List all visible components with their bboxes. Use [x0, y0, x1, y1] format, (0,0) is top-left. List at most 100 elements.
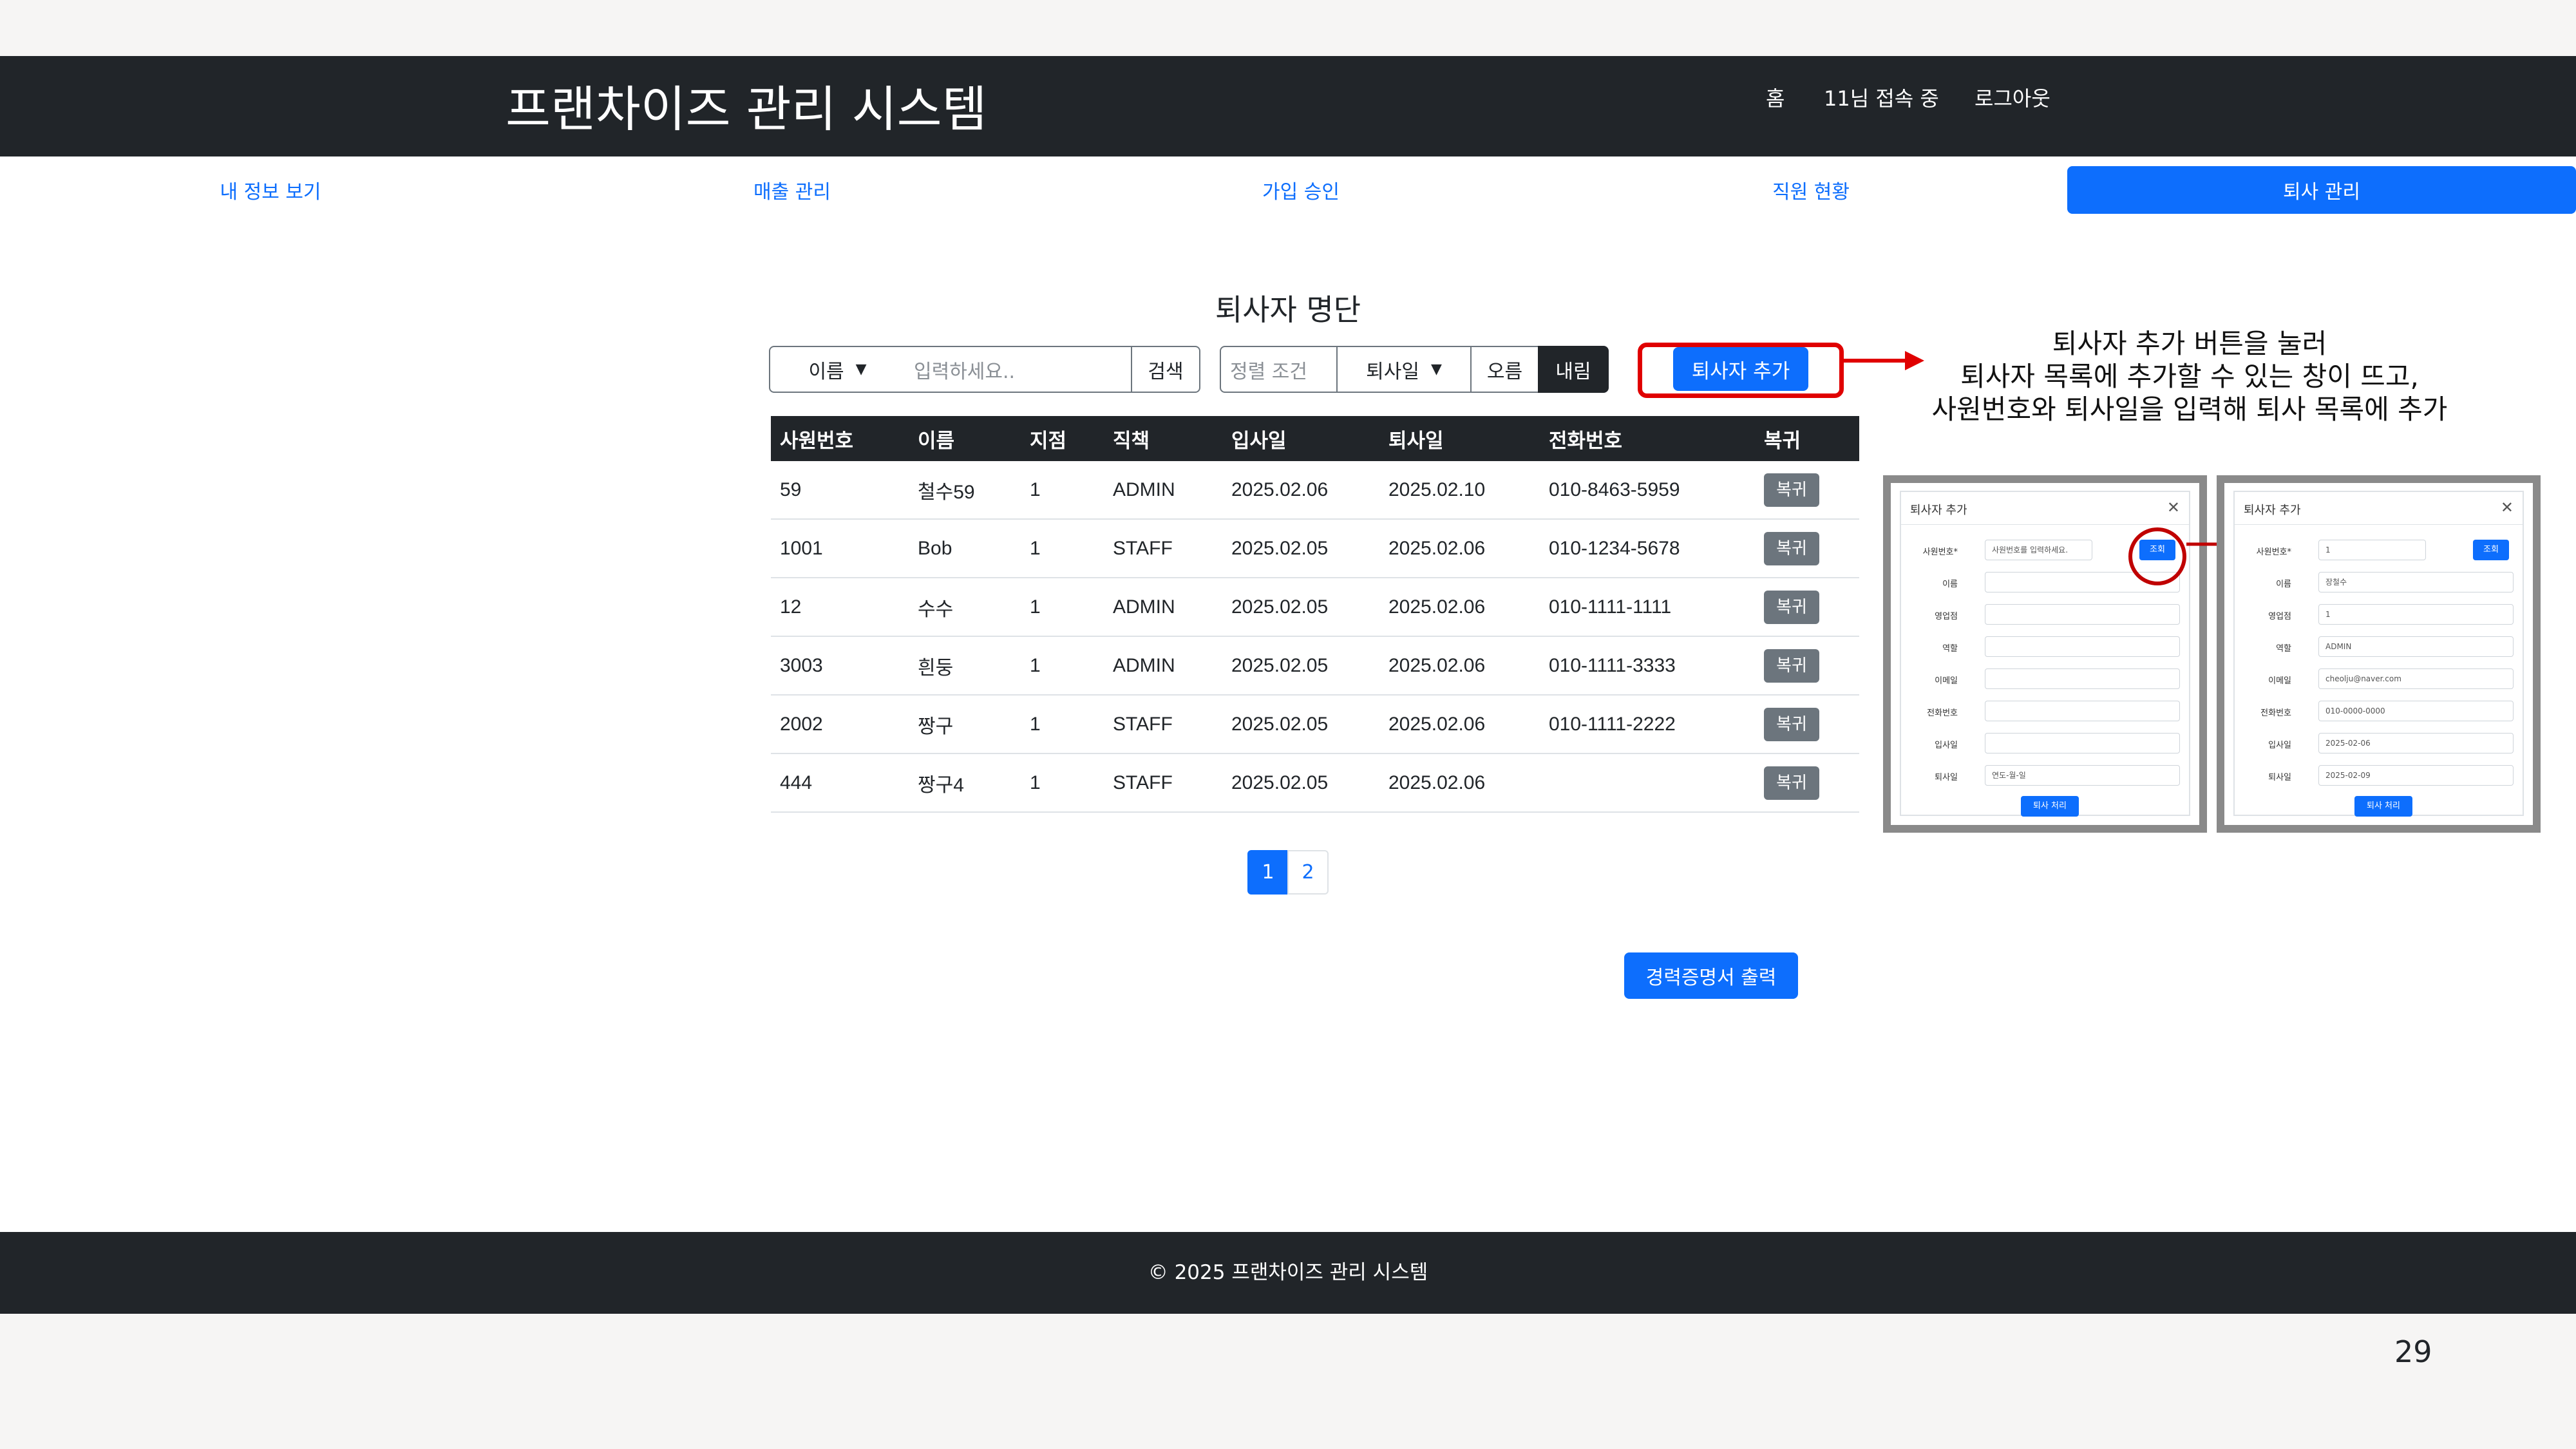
table-row: 1001 Bob 1 STAFF 2025.02.05 2025.02.06 0…: [771, 519, 1859, 578]
cell-resign-date: 2025.02.06: [1379, 578, 1540, 637]
name-input[interactable]: 장철수: [2318, 572, 2514, 592]
restore-button[interactable]: 복귀: [1764, 590, 1819, 624]
field-label: 전화번호: [2260, 708, 2291, 718]
role-input[interactable]: ADMIN: [2318, 636, 2514, 657]
column-header: 복귀: [1755, 416, 1859, 461]
cell-hire-date: 2025.02.05: [1222, 578, 1379, 637]
close-icon[interactable]: ✕: [2167, 498, 2180, 516]
online-users-status: 11님 접속 중: [1824, 86, 1939, 111]
sort-desc-button[interactable]: 내림: [1538, 346, 1609, 393]
sort-asc-button[interactable]: 오름: [1470, 346, 1539, 393]
tab-sales[interactable]: 매출 관리: [657, 166, 927, 214]
tab-my-info[interactable]: 내 정보 보기: [135, 166, 406, 214]
cell-role: STAFF: [1104, 519, 1222, 578]
modal-title: 퇴사자 추가: [1910, 504, 1967, 517]
column-header: 퇴사일: [1379, 416, 1540, 461]
cell-resign-date: 2025.02.06: [1379, 636, 1540, 696]
cell-phone: [1540, 753, 1755, 813]
chevron-down-icon: ▼: [1430, 361, 1442, 377]
annotation-line: 퇴사자 추가 버튼을 눌러: [2052, 328, 2327, 359]
cell-role: ADMIN: [1104, 636, 1222, 696]
restore-button[interactable]: 복귀: [1764, 531, 1819, 565]
restore-button[interactable]: 복귀: [1764, 473, 1819, 507]
search-button[interactable]: 검색: [1131, 346, 1200, 393]
table-row: 2002 짱구 1 STAFF 2025.02.05 2025.02.06 01…: [771, 695, 1859, 754]
column-header: 사원번호: [771, 416, 909, 461]
field-label: 퇴사일: [1935, 773, 1958, 782]
role-input[interactable]: [1985, 636, 2180, 657]
submit-resign-button[interactable]: 퇴사 처리: [2021, 796, 2079, 817]
logout-link[interactable]: 로그아웃: [1975, 82, 2050, 112]
search-input[interactable]: 입력하세요..: [905, 346, 1132, 393]
cell-branch: 1: [1021, 578, 1104, 637]
cell-phone: 010-1111-3333: [1540, 636, 1755, 696]
tab-staff-status[interactable]: 직원 현황: [1676, 166, 1946, 214]
modal-screenshot-before: 퇴사자 추가 ✕ 사원번호* 사원번호를 입력하세요. 조회 이름 영업점 역할…: [1883, 475, 2207, 833]
tab-signup-approval[interactable]: 가입 승인: [1166, 166, 1436, 214]
emp-no-input[interactable]: 1: [2318, 540, 2426, 560]
app-title[interactable]: 프랜차이즈 관리 시스템: [506, 70, 987, 140]
pagination-page-1[interactable]: 1: [1247, 850, 1289, 895]
pagination-page-2[interactable]: 2: [1287, 850, 1329, 895]
cell-restore: 복귀: [1755, 578, 1859, 637]
resign-date-input[interactable]: 2025-02-09: [2318, 765, 2514, 786]
cell-branch: 1: [1021, 461, 1104, 520]
field-label: 이메일: [2268, 676, 2291, 686]
cell-restore: 복귀: [1755, 695, 1859, 754]
cell-hire-date: 2025.02.05: [1222, 695, 1379, 754]
add-resignee-button[interactable]: 퇴사자 추가: [1673, 347, 1808, 391]
cell-resign-date: 2025.02.10: [1379, 461, 1540, 520]
table-header-row: 사원번호 이름 지점 직책 입사일 퇴사일 전화번호 복귀: [771, 416, 1859, 461]
submit-resign-button[interactable]: 퇴사 처리: [2354, 796, 2412, 817]
cell-role: ADMIN: [1104, 578, 1222, 637]
phone-input[interactable]: [1985, 701, 2180, 721]
table-row: 59 철수59 1 ADMIN 2025.02.06 2025.02.10 01…: [771, 461, 1859, 520]
column-header: 지점: [1021, 416, 1104, 461]
chevron-down-icon: ▼: [855, 361, 867, 377]
annotation-line: 사원번호와 퇴사일을 입력해 퇴사 목록에 추가: [1931, 393, 2448, 425]
sort-label: 정렬 조건: [1220, 346, 1338, 393]
restore-button[interactable]: 복귀: [1764, 707, 1819, 741]
table-row: 444 짱구4 1 STAFF 2025.02.05 2025.02.06 복귀: [771, 753, 1859, 813]
cell-phone: 010-1111-2222: [1540, 695, 1755, 754]
field-label: 퇴사일: [2268, 773, 2291, 782]
restore-button[interactable]: 복귀: [1764, 649, 1819, 683]
email-input[interactable]: cheolju@naver.com: [2318, 668, 2514, 689]
hire-date-input[interactable]: 2025-02-06: [2318, 733, 2514, 753]
phone-input[interactable]: 010-0000-0000: [2318, 701, 2514, 721]
cell-name: 철수59: [909, 461, 1021, 520]
cell-hire-date: 2025.02.05: [1222, 519, 1379, 578]
branch-input[interactable]: [1985, 604, 2180, 625]
resignee-table: 사원번호 이름 지점 직책 입사일 퇴사일 전화번호 복귀 59 철수59 1 …: [771, 416, 1859, 813]
cell-hire-date: 2025.02.06: [1222, 461, 1379, 520]
cell-restore: 복귀: [1755, 519, 1859, 578]
cell-name: 수수: [909, 578, 1021, 637]
cell-restore: 복귀: [1755, 636, 1859, 696]
field-label: 역할: [2276, 644, 2291, 654]
cell-phone: 010-1234-5678: [1540, 519, 1755, 578]
field-label: 사원번호*: [1922, 547, 1958, 557]
table-row: 3003 흰둥 1 ADMIN 2025.02.05 2025.02.06 01…: [771, 636, 1859, 696]
search-field-select[interactable]: 이름 ▼: [769, 346, 906, 393]
branch-input[interactable]: 1: [2318, 604, 2514, 625]
cell-hire-date: 2025.02.05: [1222, 636, 1379, 696]
cell-branch: 1: [1021, 753, 1104, 813]
sort-field-select[interactable]: 퇴사일 ▼: [1336, 346, 1472, 393]
tab-resignation[interactable]: 퇴사 관리: [2067, 166, 2576, 214]
print-certificate-button[interactable]: 경력증명서 출력: [1624, 952, 1798, 999]
annotation-line: 퇴사자 목록에 추가할 수 있는 창이 뜨고,: [1960, 361, 2419, 392]
restore-button[interactable]: 복귀: [1764, 766, 1819, 800]
close-icon[interactable]: ✕: [2501, 498, 2514, 516]
cell-phone: 010-8463-5959: [1540, 461, 1755, 520]
footer-copyright: © 2025 프랜차이즈 관리 시스템: [1148, 1261, 1428, 1284]
email-input[interactable]: [1985, 668, 2180, 689]
emp-no-input[interactable]: 사원번호를 입력하세요.: [1985, 540, 2092, 560]
field-label: 영업점: [2268, 612, 2291, 621]
resign-date-input[interactable]: 연도-월-일: [1985, 765, 2180, 786]
field-label: 이메일: [1935, 676, 1958, 686]
column-header: 직책: [1104, 416, 1222, 461]
lookup-button[interactable]: 조회: [2473, 540, 2509, 560]
cell-emp-no: 59: [771, 461, 909, 520]
nav-home-link[interactable]: 홈: [1766, 82, 1785, 112]
hire-date-input[interactable]: [1985, 733, 2180, 753]
